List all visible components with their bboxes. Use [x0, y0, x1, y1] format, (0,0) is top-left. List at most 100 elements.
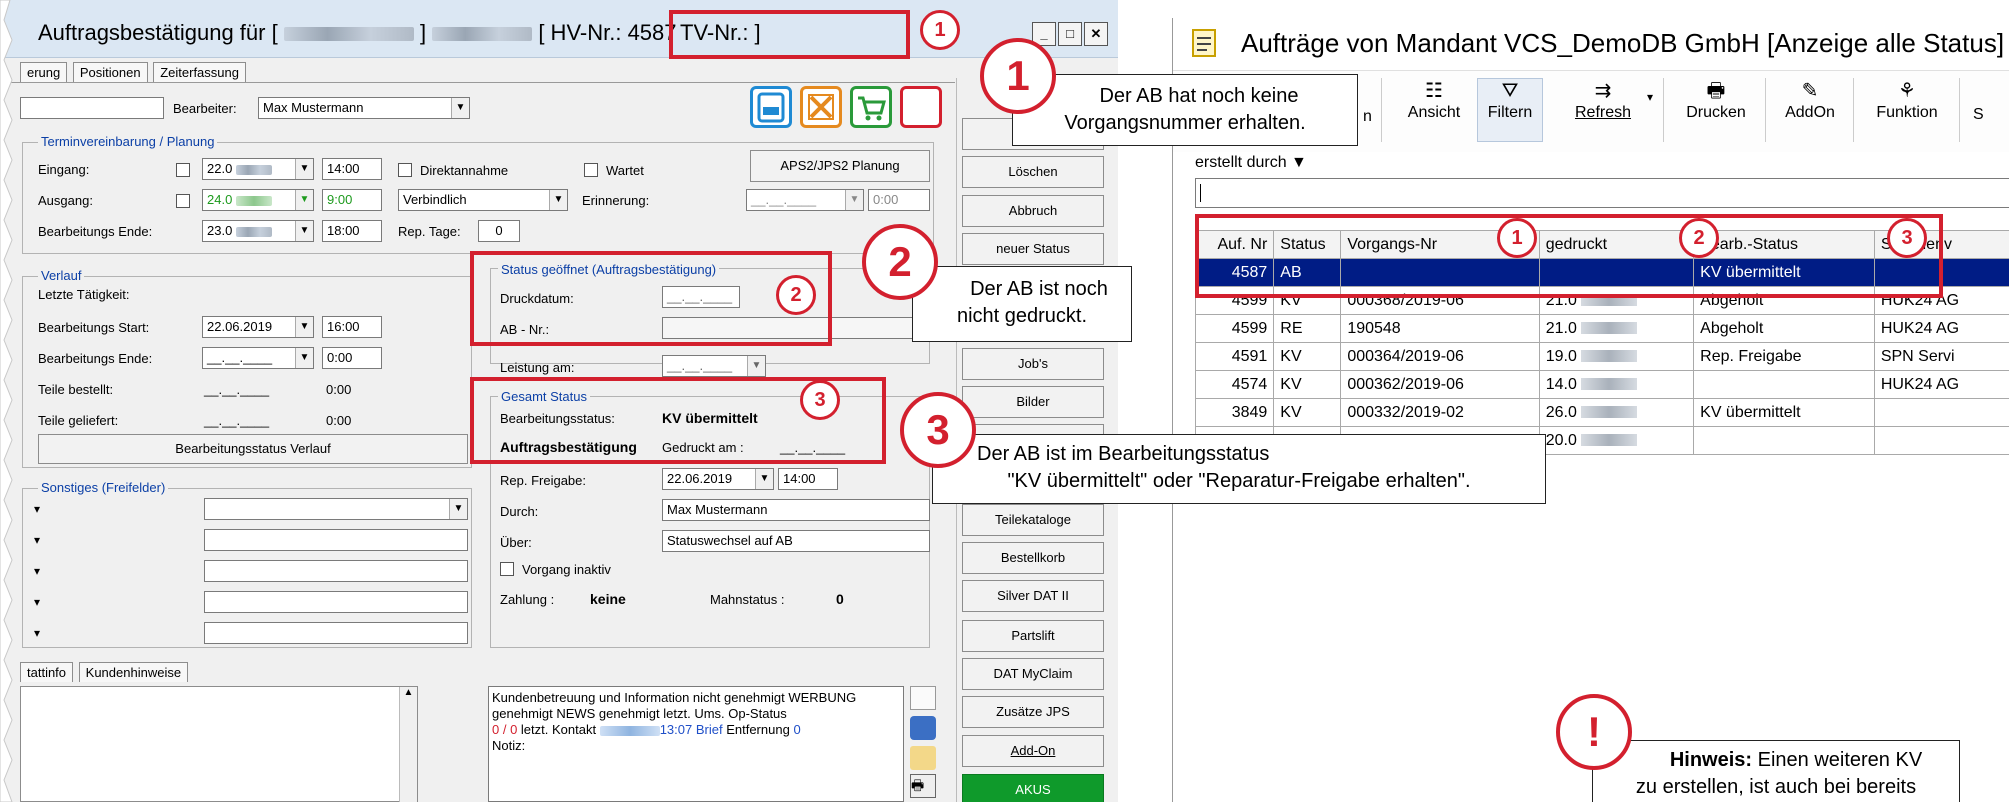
- table-row[interactable]: 4574 KV 000362/2019-06 14.0 HUK24 AG: [1195, 370, 2009, 399]
- chevron-down-icon[interactable]: ▼: [295, 348, 313, 368]
- tab-kundenhinweise[interactable]: Kundenhinweise: [78, 662, 189, 682]
- vorgang-inaktiv-checkbox[interactable]: [500, 562, 514, 576]
- verlauf-button[interactable]: Bearbeitungsstatus Verlauf: [38, 434, 468, 464]
- cart-icon[interactable]: [850, 86, 892, 128]
- freifeld-arrow-icon[interactable]: ▾: [34, 502, 40, 516]
- tab-zeiterfassung[interactable]: Zeiterfassung: [153, 62, 246, 82]
- leistung-am-field[interactable]: __.__.____ ▼: [662, 355, 766, 377]
- bearb-start-time[interactable]: 16:00: [322, 316, 382, 338]
- callout-number-1-small: 1: [920, 10, 960, 50]
- chevron-down-icon[interactable]: ▼: [451, 98, 469, 118]
- freifeld-2-input[interactable]: [204, 529, 468, 551]
- ausgang-checkbox[interactable]: [176, 194, 190, 208]
- ausgang-date-value: 24.0: [207, 192, 233, 207]
- chevron-down-icon[interactable]: ▼: [747, 356, 765, 376]
- refresh-button[interactable]: ⇉ Refresh: [1563, 78, 1643, 122]
- scrollbar[interactable]: ▲: [399, 687, 417, 802]
- toolbar-s[interactable]: S: [1973, 106, 1984, 124]
- erinnerung-time[interactable]: 0:00: [868, 189, 930, 211]
- printer-icon[interactable]: 🖶: [910, 774, 936, 798]
- freifeld-arrow-icon[interactable]: ▾: [34, 595, 40, 609]
- callout-1-box: Der AB hat noch keine Vorgangsnummer erh…: [1012, 74, 1358, 146]
- bearbeiter-select[interactable]: Max Mustermann ▼: [258, 97, 470, 119]
- dat-myclaim-button[interactable]: DAT MyClaim: [962, 658, 1104, 690]
- partslift-button[interactable]: Partslift: [962, 620, 1104, 652]
- freifeld-arrow-icon[interactable]: ▾: [34, 626, 40, 640]
- chevron-down-icon[interactable]: ▼: [295, 190, 313, 210]
- chevron-down-icon[interactable]: ▼: [295, 221, 313, 241]
- chevron-down-icon[interactable]: ▼: [755, 469, 773, 489]
- freifeld-4-input[interactable]: [204, 591, 468, 613]
- aps-planung-button[interactable]: APS2/JPS2 Planung: [750, 150, 930, 182]
- delete-button[interactable]: Löschen: [962, 156, 1104, 188]
- rep-freigabe-time[interactable]: 14:00: [778, 468, 838, 490]
- ausgang-date[interactable]: 24.0 ▼: [202, 189, 314, 211]
- compass-icon[interactable]: [910, 716, 936, 740]
- eingang-time[interactable]: 14:00: [322, 158, 382, 180]
- wartet-checkbox[interactable]: [584, 163, 598, 177]
- rep-freigabe-date[interactable]: 22.06.2019 ▼: [662, 468, 774, 490]
- maximize-icon[interactable]: □: [1058, 22, 1082, 46]
- chevron-down-icon[interactable]: ▼: [449, 499, 467, 519]
- direktannahme-checkbox[interactable]: [398, 163, 412, 177]
- tab-positionen[interactable]: Positionen: [72, 62, 148, 82]
- status-icon[interactable]: [900, 86, 942, 128]
- filter-input[interactable]: [1195, 178, 2009, 208]
- function-button[interactable]: ⚘ Funktion: [1861, 78, 1953, 122]
- toolbar-partial[interactable]: n: [1363, 108, 1372, 126]
- akus-button[interactable]: AKUS: [962, 774, 1104, 802]
- verbindlich-select[interactable]: Verbindlich ▼: [398, 189, 568, 211]
- order-basket-button[interactable]: Bestellkorb: [962, 542, 1104, 574]
- eingang-checkbox[interactable]: [176, 163, 190, 177]
- rep-tage-input[interactable]: 0: [478, 220, 520, 242]
- freifeld-arrow-icon[interactable]: ▾: [34, 533, 40, 547]
- table-row[interactable]: 4599 RE 190548 21.0 Abgeholt HUK24 AG: [1195, 314, 2009, 343]
- notes-icon[interactable]: [910, 746, 936, 770]
- chevron-down-icon[interactable]: ▼: [295, 317, 313, 337]
- erstellt-durch-filter[interactable]: erstellt durch ▼: [1195, 154, 1307, 172]
- cancel-button[interactable]: Abbruch: [962, 195, 1104, 227]
- hint-line-2: zu erstellen, ist auch bei bereits: [1635, 776, 1917, 798]
- torn-edge: [0, 0, 13, 802]
- bearb-ende2-date[interactable]: __.__.____ ▼: [202, 347, 314, 369]
- zusaetze-jps-button[interactable]: Zusätze JPS: [962, 696, 1104, 728]
- freifeld-5-input[interactable]: [204, 622, 468, 644]
- eingang-date[interactable]: 22.0 ▼: [202, 158, 314, 180]
- parts-catalog-button[interactable]: Teilekataloge: [962, 504, 1104, 536]
- search-field[interactable]: [20, 97, 164, 119]
- ueber-field[interactable]: Statuswechsel auf AB: [662, 530, 930, 552]
- table-row[interactable]: 3849 KV 000332/2019-02 26.0 KV übermitte…: [1195, 398, 2009, 427]
- bearb-ende-time[interactable]: 18:00: [322, 220, 382, 242]
- addon-button[interactable]: ✎ AddOn: [1773, 78, 1847, 122]
- bearb-ende2-time[interactable]: 0:00: [322, 347, 382, 369]
- kundenhinweise-text[interactable]: ▲: [20, 686, 418, 802]
- refresh-dropdown-icon[interactable]: ▾: [1647, 90, 1653, 104]
- tab-tattinfo[interactable]: tattinfo: [20, 662, 74, 682]
- chevron-down-icon[interactable]: ▼: [845, 190, 863, 210]
- view-button[interactable]: ☷ Ansicht: [1399, 78, 1469, 122]
- freifeld-1-select[interactable]: ▼: [204, 498, 468, 520]
- tools-icon[interactable]: [800, 86, 842, 128]
- silver-dat-button[interactable]: Silver DAT II: [962, 580, 1104, 612]
- filter-button[interactable]: ⛛ Filtern: [1477, 78, 1543, 122]
- chevron-down-icon[interactable]: ▼: [549, 190, 567, 210]
- table-row[interactable]: 4591 KV 000364/2019-06 19.0 Rep. Freigab…: [1195, 342, 2009, 371]
- eingang-date-value: 22.0: [207, 161, 233, 176]
- new-status-button[interactable]: neuer Status: [962, 233, 1104, 265]
- add-on-button[interactable]: Add-On: [962, 735, 1104, 767]
- tab-erung[interactable]: erung: [20, 62, 68, 82]
- bearb-start-date[interactable]: 22.06.2019 ▼: [202, 316, 314, 338]
- erinnerung-date[interactable]: __.__.____ ▼: [746, 189, 864, 211]
- ausgang-time[interactable]: 9:00: [322, 189, 382, 211]
- durch-field[interactable]: Max Mustermann: [662, 499, 930, 521]
- print-button[interactable]: 🖶 Drucken: [1673, 78, 1759, 122]
- save-document-icon[interactable]: [750, 86, 792, 128]
- freifeld-arrow-icon[interactable]: ▾: [34, 564, 40, 578]
- pictures-button[interactable]: Bilder: [962, 386, 1104, 418]
- chevron-down-icon[interactable]: ▼: [295, 159, 313, 179]
- document-icon[interactable]: [910, 686, 936, 710]
- jobs-button[interactable]: Job's: [962, 348, 1104, 380]
- freifeld-3-input[interactable]: [204, 560, 468, 582]
- bearb-ende-date[interactable]: 23.0 ▼: [202, 220, 314, 242]
- close-icon[interactable]: ✕: [1084, 22, 1108, 46]
